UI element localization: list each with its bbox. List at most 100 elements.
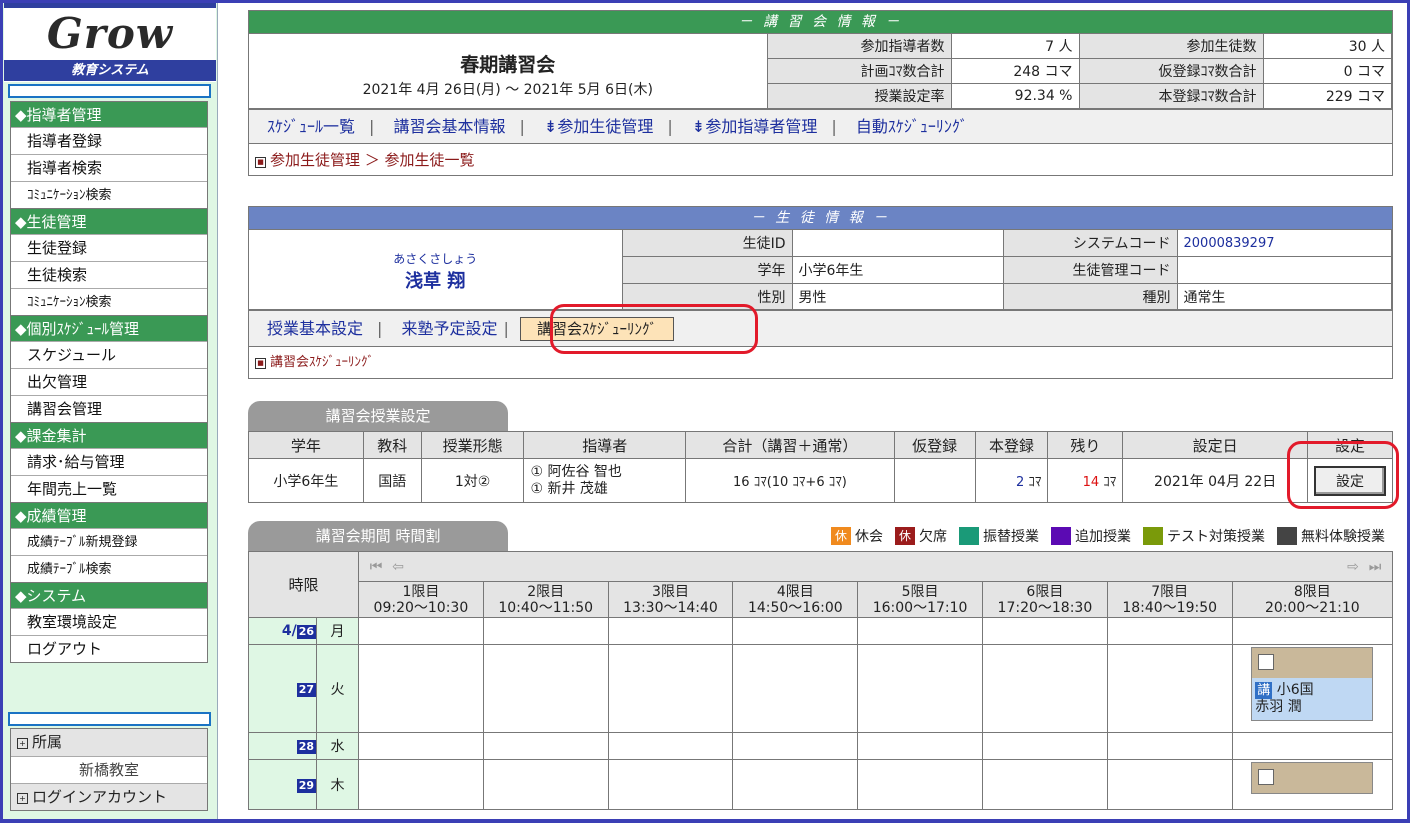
timetable-slot[interactable] (1106, 617, 1233, 645)
timetable-slot[interactable] (981, 617, 1108, 645)
course-name: 春期講習会 (460, 53, 556, 76)
timetable-slot[interactable] (1106, 732, 1233, 760)
course-period: 2021年 4月 26日(月) ～ 2021年 5月 6日(木) (362, 81, 653, 98)
sidebar-item[interactable]: ログアウト (11, 635, 207, 662)
sidebar-item[interactable]: 生徒検索 (11, 261, 207, 288)
weekday-cell: 水 (316, 732, 359, 760)
stat-value: 7 人 (950, 33, 1080, 59)
timetable-slot[interactable] (732, 759, 859, 810)
course-info-header: － 講 習 会 情 報 － (249, 11, 1392, 33)
col-header: 授業形態 (420, 431, 525, 459)
timetable-slot[interactable] (857, 732, 983, 760)
sidebar-item[interactable]: 教室環境設定 (11, 608, 207, 635)
prev-arrow-icon[interactable]: ⇦ (387, 558, 409, 576)
weekday-cell: 火 (316, 644, 359, 733)
timetable-slot[interactable] (607, 644, 734, 733)
timetable: 時限 ⏮ ⇦ ⇨ ⏭ 1限目 09:20～10:30 2限目 10:40～11:50 3限目… (248, 551, 1394, 810)
timetable-row: 28 水 (248, 732, 1394, 760)
timetable-slot[interactable] (358, 617, 484, 645)
sidebar-item[interactable]: 生徒登録 (11, 234, 207, 261)
sidebar-item[interactable]: 年間売上一覧 (11, 475, 207, 502)
tab-auto-scheduling[interactable]: 自動ｽｹｼﾞｭｰﾘﾝｸﾞ (856, 117, 968, 136)
timetable-slot[interactable] (358, 732, 484, 760)
timetable-slot[interactable] (981, 759, 1108, 810)
timetable-slot[interactable] (607, 732, 734, 760)
timetable-slot[interactable] (732, 617, 859, 645)
login-account-toggle[interactable]: + ログインアカウント (11, 783, 207, 810)
sidebar-search-box-top[interactable] (8, 84, 211, 98)
first-page-icon[interactable]: ⏮ (365, 558, 387, 576)
legend-label: 欠席 (919, 529, 947, 545)
lesson-card[interactable] (1251, 762, 1374, 794)
affiliation-label: 所属 (32, 733, 63, 751)
lesson-checkbox[interactable] (1258, 654, 1275, 670)
tab-course-basic-info[interactable]: 講習会基本情報 (394, 117, 506, 136)
lesson-card[interactable]: 講 小6国 赤羽 潤 (1251, 647, 1374, 721)
sidebar-item[interactable]: スケジュール (11, 341, 207, 368)
timetable-slot[interactable] (857, 644, 983, 733)
legend-swatch-icon (1051, 527, 1071, 545)
timetable-slot[interactable] (358, 644, 484, 733)
stat-value: 229 コマ (1262, 83, 1392, 109)
sidebar-item[interactable]: ｺﾐｭﾆｹｰｼｮﾝ検索 (11, 181, 207, 208)
affiliation-toggle[interactable]: + 所属 (11, 729, 207, 756)
timetable-slot[interactable] (981, 732, 1108, 760)
timetable-slot[interactable] (1106, 644, 1233, 733)
sidebar-item[interactable]: ｺﾐｭﾆｹｰｼｮﾝ検索 (11, 288, 207, 315)
last-page-icon[interactable]: ⏭ (1364, 558, 1386, 576)
sidebar-item[interactable]: 指導者検索 (11, 154, 207, 181)
timetable-slot[interactable]: 講 小6国 赤羽 潤 (1231, 644, 1394, 733)
timetable-slot[interactable] (1231, 617, 1394, 645)
field-value: 小学6年生 (791, 256, 1004, 284)
sidebar-item[interactable]: 出欠管理 (11, 368, 207, 395)
timetable-slot[interactable] (607, 617, 734, 645)
tab-attendance-plan[interactable]: 来塾予定設定 (402, 319, 498, 338)
timetable-slot[interactable] (1231, 759, 1394, 810)
timetable-slot[interactable] (482, 644, 609, 733)
timetable-slot[interactable] (857, 617, 983, 645)
rest-unit: ｺﾏ (1103, 475, 1117, 490)
menu-group-header: ◆成績管理 (11, 502, 207, 528)
tab-student-management[interactable]: ⇟参加生徒管理 (544, 117, 653, 136)
login-account-label: ログインアカウント (32, 788, 168, 806)
tab-teacher-management[interactable]: ⇟参加指導者管理 (692, 117, 817, 136)
timetable-slot[interactable] (1231, 732, 1394, 760)
timetable-slot[interactable] (482, 759, 609, 810)
sidebar-search-box-bottom[interactable] (8, 712, 211, 726)
breadcrumb-text[interactable]: 参加生徒管理 ＞ 参加生徒一覧 (270, 151, 475, 169)
stat-value: 0 コマ (1262, 58, 1392, 84)
timetable-slot[interactable] (358, 759, 484, 810)
legend-swatch-icon (1277, 527, 1297, 545)
tab-class-basic-settings[interactable]: 授業基本設定 (267, 319, 363, 338)
tab-schedule-list[interactable]: ｽｹｼﾞｭｰﾙ一覧 (267, 117, 355, 136)
timetable-slot[interactable] (482, 617, 609, 645)
period-column-header: 1限目 09:20～10:30 (358, 581, 484, 618)
timetable-slot[interactable] (732, 732, 859, 760)
sidebar-item[interactable]: 成績ﾃｰﾌﾞﾙ検索 (11, 555, 207, 582)
field-value: 通常生 (1176, 283, 1392, 310)
sidebar-item[interactable]: 講習会管理 (11, 395, 207, 422)
timetable-slot[interactable] (482, 732, 609, 760)
affiliation-value: 新橋教室 (11, 756, 207, 783)
cell-grade: 小学6年生 (248, 458, 364, 503)
period-column-header: 3限目 13:30～14:40 (607, 581, 734, 618)
stat-label: 計画ｺﾏ数合計 (766, 58, 952, 84)
weekday-cell: 月 (316, 617, 359, 645)
sidebar-item[interactable]: 請求･給与管理 (11, 448, 207, 475)
student-breadcrumb: ■ 講習会ｽｹｼﾞｭｰﾘﾝｸﾞ (249, 346, 1392, 378)
timetable-slot[interactable] (857, 759, 983, 810)
main-unit: ｺﾏ (1028, 475, 1042, 490)
student-tabs: 授業基本設定 | 来塾予定設定 | 講習会ｽｹｼﾞｭｰﾘﾝｸﾞ (249, 310, 1392, 346)
next-arrow-icon[interactable]: ⇨ (1342, 558, 1364, 576)
col-header: 合計（講習＋通常） (685, 431, 895, 459)
sidebar-item[interactable]: 成績ﾃｰﾌﾞﾙ新規登録 (11, 528, 207, 555)
timetable-slot[interactable] (1106, 759, 1233, 810)
lesson-checkbox[interactable] (1258, 769, 1275, 785)
timetable-slot[interactable] (981, 644, 1108, 733)
sidebar-item[interactable]: 指導者登録 (11, 127, 207, 154)
field-value (1176, 256, 1392, 284)
timetable-slot[interactable] (732, 644, 859, 733)
timetable-legend: 休休会休欠席 振替授業 追加授業 テスト対策授業 無料体験授業 (831, 526, 1393, 546)
course-title-cell: 春期講習会 2021年 4月 26日(月) ～ 2021年 5月 6日(木) (249, 33, 768, 109)
timetable-slot[interactable] (607, 759, 734, 810)
